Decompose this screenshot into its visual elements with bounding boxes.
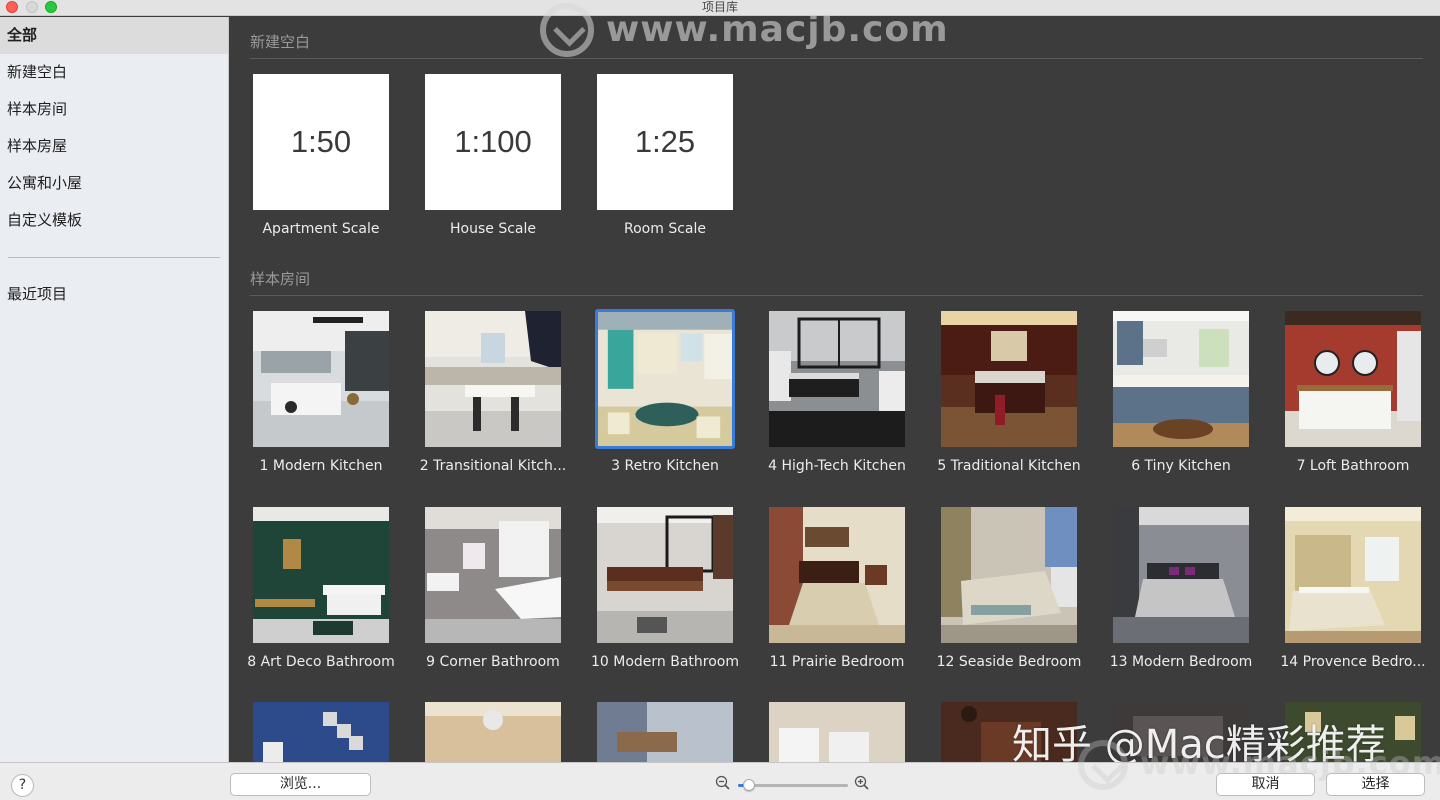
tile-label: 6 Tiny Kitchen — [1131, 458, 1231, 474]
zoom-slider[interactable] — [738, 779, 848, 791]
sidebar-item-custom-templates[interactable]: 自定义模板 — [0, 202, 228, 239]
scale-value: 1:100 — [454, 124, 532, 159]
room-thumbnail — [941, 311, 1077, 447]
zoom-in-icon[interactable] — [854, 775, 870, 791]
room-thumbnail — [769, 311, 905, 447]
room-thumbnail — [597, 702, 733, 762]
browse-button[interactable]: 浏览... — [230, 773, 371, 796]
zoom-slider-knob[interactable] — [743, 779, 755, 791]
tile-label: 7 Loft Bathroom — [1296, 458, 1410, 474]
room-thumbnail — [425, 702, 561, 762]
bottom-toolbar: ? 浏览... 取消 选择 — [0, 762, 1440, 800]
tile-label: 1 Modern Kitchen — [259, 458, 383, 474]
choose-button[interactable]: 选择 — [1326, 773, 1425, 796]
tile-label: 14 Provence Bedro... — [1280, 654, 1426, 670]
sidebar-item-new-blank[interactable]: 新建空白 — [0, 54, 228, 91]
room-thumbnail — [1113, 311, 1249, 447]
tile-label: 5 Traditional Kitchen — [937, 458, 1081, 474]
tile-label: 8 Art Deco Bathroom — [247, 654, 395, 670]
scale-thumbnail: 1:25 — [597, 74, 733, 210]
room-thumbnail — [941, 507, 1077, 643]
sidebar-item-sample-houses[interactable]: 样本房屋 — [0, 128, 228, 165]
tile-label: Apartment Scale — [262, 221, 380, 237]
tile-label: 4 High-Tech Kitchen — [768, 458, 906, 474]
title-bar: 项目库 — [0, 0, 1440, 16]
section-divider — [250, 58, 1423, 59]
sidebar-item-all[interactable]: 全部 — [0, 17, 228, 54]
sidebar-item-apartments-cottages[interactable]: 公寓和小屋 — [0, 165, 228, 202]
room-thumbnail — [425, 507, 561, 643]
section-divider — [250, 295, 1423, 296]
room-thumbnail — [769, 702, 905, 762]
tile-label: 9 Corner Bathroom — [426, 654, 560, 670]
scale-value: 1:50 — [290, 124, 352, 159]
room-thumbnail — [253, 702, 389, 762]
room-thumbnail — [425, 311, 561, 447]
window-title: 项目库 — [701, 0, 738, 14]
cancel-button[interactable]: 取消 — [1216, 773, 1315, 796]
help-button[interactable]: ? — [11, 774, 34, 797]
section-title-sample-rooms: 样本房间 — [250, 270, 311, 288]
tile-label: 10 Modern Bathroom — [590, 654, 739, 670]
room-thumbnail — [1113, 507, 1249, 643]
tile-label: Room Scale — [624, 221, 706, 237]
zoom-out-icon[interactable] — [715, 775, 731, 791]
tile-label: 12 Seaside Bedroom — [936, 654, 1082, 670]
room-thumbnail — [941, 702, 1077, 762]
sidebar-item-recent-projects[interactable]: 最近项目 — [0, 276, 228, 313]
tile-label: 3 Retro Kitchen — [611, 458, 719, 474]
room-thumbnail — [1113, 702, 1249, 762]
room-thumbnail — [1285, 702, 1421, 762]
sidebar: 全部 新建空白 样本房间 样本房屋 公寓和小屋 自定义模板 最近项目 — [0, 17, 229, 762]
scale-thumbnail: 1:100 — [425, 74, 561, 210]
room-thumbnail — [597, 507, 733, 643]
tile-label: 2 Transitional Kitch... — [419, 458, 567, 474]
room-thumbnail — [253, 311, 389, 447]
project-gallery: 新建空白 1:50 Apartment Scale 1:100 House Sc… — [229, 17, 1440, 762]
tile-label: 13 Modern Bedroom — [1109, 654, 1253, 670]
sidebar-divider — [8, 257, 220, 258]
scale-thumbnail: 1:50 — [253, 74, 389, 210]
project-library-window: 项目库 全部 新建空白 样本房间 样本房屋 公寓和小屋 自定义模板 最近项目 新… — [0, 0, 1440, 800]
tile-label: House Scale — [450, 221, 536, 237]
section-title-new-blank: 新建空白 — [250, 33, 311, 51]
room-thumbnail — [1285, 507, 1421, 643]
sidebar-item-sample-rooms[interactable]: 样本房间 — [0, 91, 228, 128]
scale-value: 1:25 — [634, 124, 696, 159]
room-thumbnail — [595, 309, 735, 449]
tile-label: 11 Prairie Bedroom — [769, 654, 905, 670]
room-thumbnail — [769, 507, 905, 643]
room-thumbnail — [1285, 311, 1421, 447]
room-thumbnail — [253, 507, 389, 643]
